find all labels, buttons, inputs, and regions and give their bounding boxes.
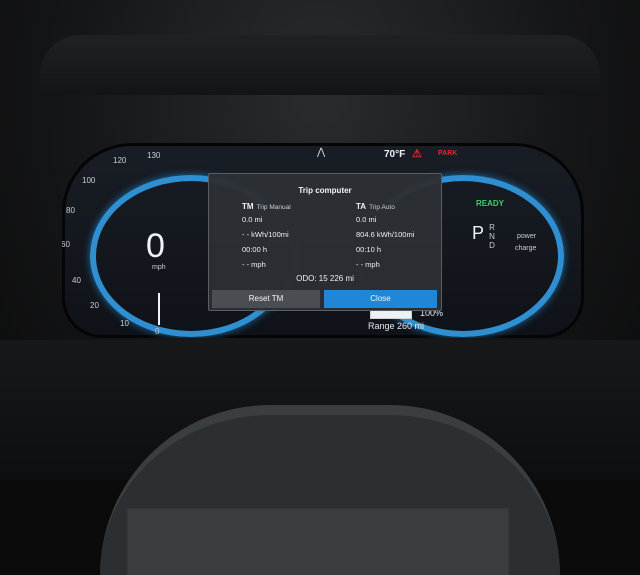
trip-energy: 804.6 kWh/100mi xyxy=(356,230,415,239)
trip-energy: - - kWh/100mi xyxy=(242,230,289,239)
gear-option: R xyxy=(489,223,495,232)
trip-code: TM xyxy=(242,202,254,211)
range-readout: Range 260 mi xyxy=(368,321,425,331)
speed-tick: 130 xyxy=(147,151,161,160)
dialog-title: Trip computer xyxy=(298,186,352,195)
trip-manual-column: TM Trip Manual 0.0 mi - - kWh/100mi 00:00… xyxy=(242,202,291,269)
speed-tick: 80 xyxy=(66,206,75,215)
ready-indicator: READY xyxy=(476,199,505,208)
gear-option: D xyxy=(489,241,495,250)
speed-tick: 0 xyxy=(155,327,160,336)
gear-options: R N D xyxy=(488,223,496,250)
speed-tick: 120 xyxy=(113,156,127,165)
speed-tick: 100 xyxy=(82,176,96,185)
speed-tick: 40 xyxy=(72,276,81,285)
speed-unit: mph xyxy=(152,264,166,271)
road-icon: ⋀ xyxy=(317,147,326,158)
trip-name: Trip Auto xyxy=(369,204,395,211)
trip-speed: - - mph xyxy=(242,260,266,269)
trip-name: Trip Manual xyxy=(256,204,291,211)
trip-computer-dialog: Trip computer TM Trip Manual 0.0 mi - - k… xyxy=(208,173,442,311)
outside-temperature: 70°F xyxy=(384,149,406,160)
dashboard-photo: ⋀ 70°F ⚠ PARK 0 10 20 40 60 80 100 120 1… xyxy=(0,0,640,575)
speed-tick: 60 xyxy=(62,240,70,249)
trip-time: 00:00 h xyxy=(242,245,268,254)
trip-distance: 0.0 mi xyxy=(356,215,377,224)
odometer: ODO: 15 226 mi xyxy=(296,274,354,283)
reset-tm-button[interactable]: Reset TM xyxy=(212,290,320,308)
traction-warning-icon: ⚠ xyxy=(412,148,422,160)
trip-auto-column: TA Trip Auto 0.0 mi 804.6 kWh/100mi 00:10… xyxy=(356,202,414,269)
speed-tick: 10 xyxy=(120,319,129,328)
battery-gauge xyxy=(370,310,412,319)
trip-distance: 0.0 mi xyxy=(242,215,263,224)
battery-fill xyxy=(371,311,411,318)
charge-label: charge xyxy=(515,245,537,252)
park-indicator: PARK xyxy=(438,150,458,157)
speed-tick: 20 xyxy=(90,301,99,310)
speed-needle xyxy=(158,293,160,325)
gear-option: N xyxy=(489,232,495,241)
speed-value: 0 xyxy=(146,227,165,265)
instrument-cluster: ⋀ 70°F ⚠ PARK 0 10 20 40 60 80 100 120 1… xyxy=(62,143,584,338)
trip-code: TA xyxy=(356,202,367,211)
gear-selected: P xyxy=(472,223,485,243)
close-button[interactable]: Close xyxy=(324,290,437,308)
power-label: power xyxy=(517,233,537,240)
trip-speed: - - mph xyxy=(356,260,380,269)
trip-time: 00:10 h xyxy=(356,245,382,254)
instrument-hood xyxy=(40,35,600,95)
